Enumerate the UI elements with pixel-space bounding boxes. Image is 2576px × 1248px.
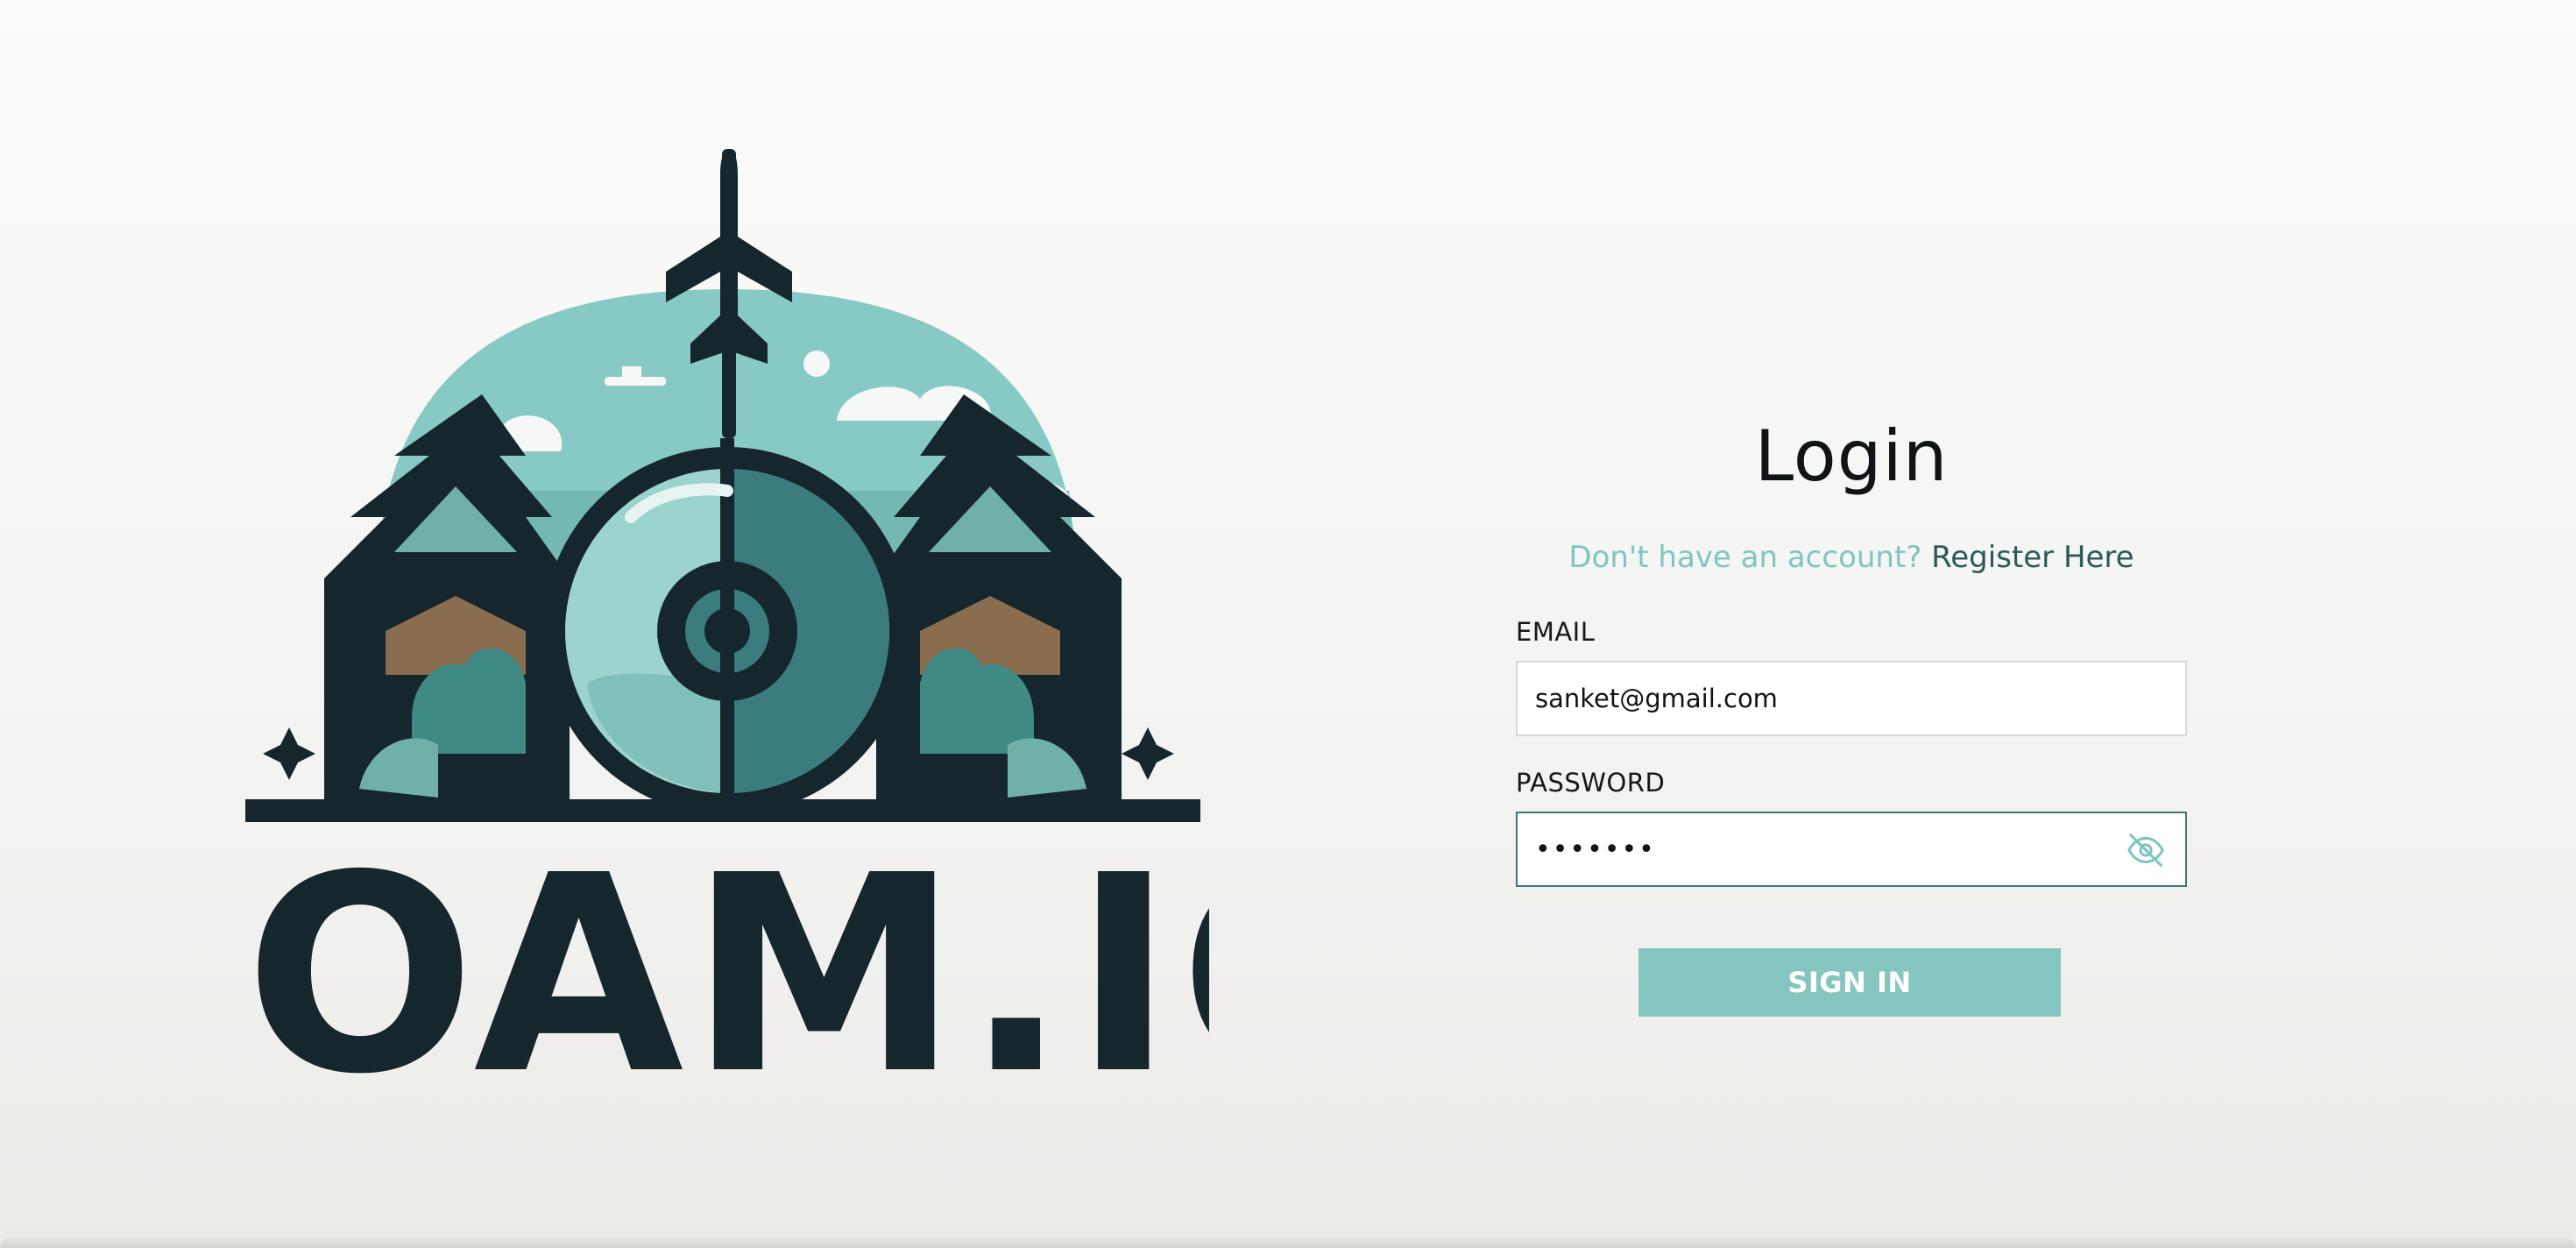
sign-in-button[interactable]: SIGN IN bbox=[1638, 948, 2061, 1017]
page-title: Login bbox=[1754, 415, 1949, 497]
email-field-container bbox=[1516, 661, 2187, 736]
logo-illustration: ROAM.IO bbox=[237, 149, 1209, 1087]
register-link[interactable]: Register Here bbox=[1931, 540, 2134, 575]
email-field[interactable] bbox=[1535, 663, 2131, 734]
login-form: Login Don't have an account? Register He… bbox=[1516, 403, 2187, 1034]
password-label: PASSWORD bbox=[1516, 768, 1666, 798]
register-prompt: Don't have an account? bbox=[1568, 540, 1922, 575]
password-field[interactable] bbox=[1535, 813, 2131, 885]
email-label: EMAIL bbox=[1516, 617, 1596, 647]
eye-off-icon[interactable] bbox=[2126, 830, 2166, 870]
password-field-container bbox=[1516, 812, 2187, 887]
window-bottom-edge bbox=[0, 1236, 2576, 1248]
roam-io-logo: ROAM.IO bbox=[237, 140, 1209, 1087]
svg-text:ROAM.IO: ROAM.IO bbox=[237, 818, 1209, 1087]
register-line: Don't have an account? Register Here bbox=[1516, 540, 2187, 575]
